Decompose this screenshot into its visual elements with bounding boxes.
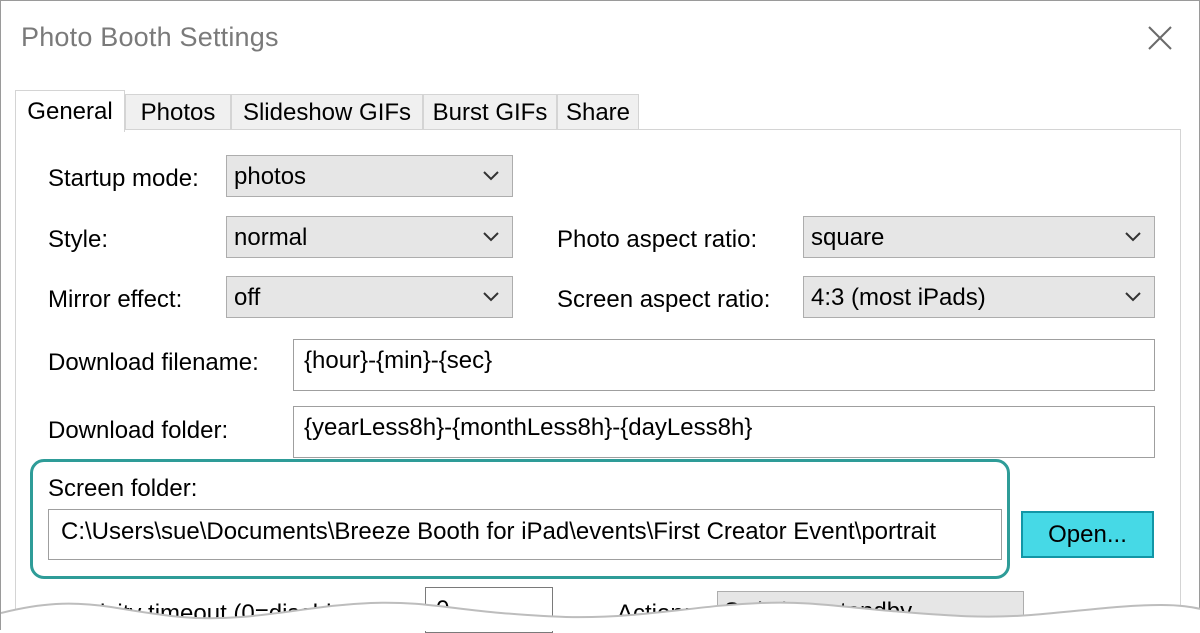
tab-photos[interactable]: Photos xyxy=(125,94,231,130)
download-folder-value: {yearLess8h}-{monthLess8h}-{dayLess8h} xyxy=(304,414,753,441)
startup-mode-value: photos xyxy=(234,163,307,190)
tab-slideshow-gifs[interactable]: Slideshow GIFs xyxy=(231,94,423,130)
screen-aspect-ratio-label: Screen aspect ratio: xyxy=(557,286,771,313)
open-button-label: Open... xyxy=(1048,520,1127,548)
tab-label: Share xyxy=(565,98,631,126)
mirror-effect-value: off xyxy=(234,284,261,311)
window-title: Photo Booth Settings xyxy=(21,22,279,52)
close-button[interactable] xyxy=(1135,15,1185,61)
close-icon xyxy=(1148,26,1172,50)
style-value: normal xyxy=(234,224,308,251)
mirror-effect-label: Mirror effect: xyxy=(48,286,183,313)
tab-label: Burst GIFs xyxy=(432,98,548,126)
download-filename-label: Download filename: xyxy=(48,349,259,376)
style-select[interactable]: normal xyxy=(226,216,513,258)
startup-mode-select[interactable]: photos xyxy=(226,155,513,197)
tab-label: Photos xyxy=(140,98,216,126)
screen-folder-input[interactable]: C:\Users\sue\Documents\Breeze Booth for … xyxy=(48,509,1002,560)
chevron-down-icon xyxy=(1125,292,1141,302)
download-folder-label: Download folder: xyxy=(48,417,229,444)
open-button[interactable]: Open... xyxy=(1021,511,1154,558)
screen-aspect-ratio-value: 4:3 (most iPads) xyxy=(811,284,986,311)
tab-general[interactable]: General xyxy=(15,90,125,132)
tab-label: General xyxy=(27,97,113,125)
style-label: Style: xyxy=(48,226,109,253)
title-bar: Photo Booth Settings xyxy=(1,1,1199,73)
tab-share[interactable]: Share xyxy=(557,94,639,130)
download-folder-input[interactable]: {yearLess8h}-{monthLess8h}-{dayLess8h} xyxy=(293,406,1155,458)
photo-aspect-ratio-value: square xyxy=(811,224,885,251)
photo-aspect-ratio-label: Photo aspect ratio: xyxy=(557,226,758,253)
tab-label: Slideshow GIFs xyxy=(242,98,412,126)
download-filename-value: {hour}-{min}-{sec} xyxy=(304,347,493,374)
screen-folder-label: Screen folder: xyxy=(48,475,198,502)
screen-folder-value: C:\Users\sue\Documents\Breeze Booth for … xyxy=(61,518,937,545)
chevron-down-icon xyxy=(483,171,499,181)
chevron-down-icon xyxy=(483,232,499,242)
tab-burst-gifs[interactable]: Burst GIFs xyxy=(423,94,557,130)
screen-aspect-ratio-select[interactable]: 4:3 (most iPads) xyxy=(803,276,1155,318)
chevron-down-icon xyxy=(483,292,499,302)
download-filename-input[interactable]: {hour}-{min}-{sec} xyxy=(293,339,1155,391)
settings-dialog: Photo Booth Settings General Photos Slid… xyxy=(0,0,1200,633)
startup-mode-label: Startup mode: xyxy=(48,165,199,192)
photo-aspect-ratio-select[interactable]: square xyxy=(803,216,1155,258)
chevron-down-icon xyxy=(1125,232,1141,242)
torn-edge xyxy=(1,601,1200,631)
mirror-effect-select[interactable]: off xyxy=(226,276,513,318)
